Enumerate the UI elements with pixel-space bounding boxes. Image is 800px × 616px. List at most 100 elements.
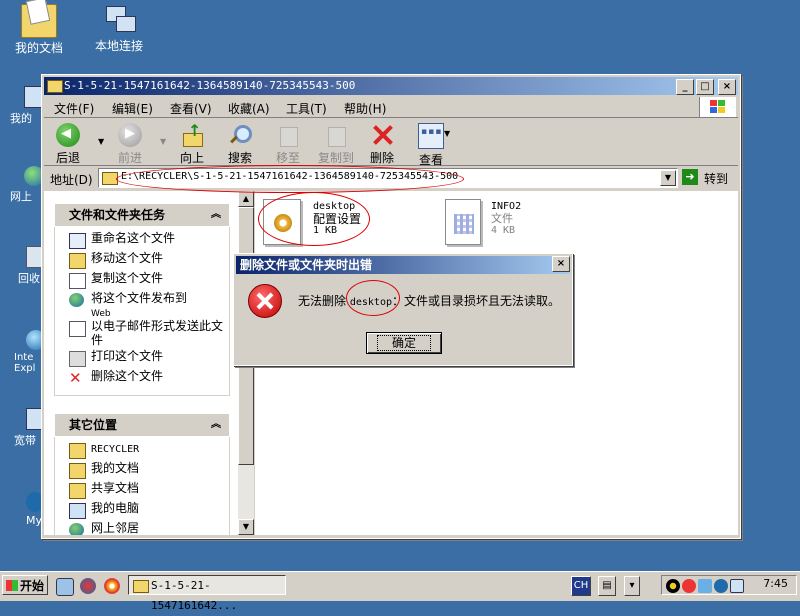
- web-publish-icon: [69, 293, 84, 307]
- scroll-down-icon[interactable]: ▼: [238, 519, 254, 535]
- place-my-documents[interactable]: 我的文档: [55, 461, 229, 481]
- address-input[interactable]: E:\RECYCLER\S-1-5-21-1547161642-13645891…: [98, 168, 678, 188]
- task-move[interactable]: 移动这个文件: [55, 251, 229, 271]
- user-icon[interactable]: [682, 579, 696, 593]
- address-dropdown-icon[interactable]: ▼: [660, 170, 676, 186]
- ime-language-indicator[interactable]: CH: [571, 576, 591, 596]
- folder-icon: [69, 463, 86, 479]
- ime-input-icon[interactable]: ▤: [598, 576, 616, 596]
- move-to-button[interactable]: 移至: [276, 123, 300, 166]
- other-places-header[interactable]: 其它位置 ︽: [54, 413, 230, 437]
- task-label: 删除这个文件: [91, 369, 164, 383]
- quicklaunch-media-icon[interactable]: [104, 578, 120, 594]
- dialog-close-button[interactable]: ×: [552, 256, 570, 272]
- monitor-tray-icon[interactable]: [730, 579, 744, 593]
- ime-menu-icon[interactable]: ▾: [624, 576, 640, 596]
- close-button[interactable]: ×: [718, 79, 736, 95]
- network-places-icon: [69, 523, 84, 535]
- view-dropdown-icon[interactable]: ▼: [444, 129, 450, 138]
- task-rename[interactable]: 重命名这个文件: [55, 231, 229, 251]
- desktop-icon-my-documents[interactable]: 我的文档: [4, 4, 74, 55]
- minimize-button[interactable]: _: [676, 79, 694, 95]
- task-label: 将这个文件发布到: [91, 291, 188, 305]
- qq-icon[interactable]: [666, 579, 680, 593]
- menu-help[interactable]: 帮助(H): [344, 100, 386, 117]
- window-titlebar[interactable]: S-1-5-21-1547161642-1364589140-725345543…: [44, 77, 738, 95]
- dialog-titlebar[interactable]: 删除文件或文件夹时出错: [236, 256, 570, 274]
- ok-button[interactable]: 确定: [366, 332, 442, 354]
- move-to-label: 移至: [276, 151, 301, 165]
- task-label: 复制这个文件: [91, 271, 164, 285]
- view-label: 查看: [418, 153, 443, 167]
- printer-icon: [69, 351, 86, 367]
- file-tasks-title: 文件和文件夹任务: [69, 208, 166, 222]
- place-network[interactable]: 网上邻居: [55, 521, 229, 535]
- file-tasks-header[interactable]: 文件和文件夹任务 ︽: [54, 203, 230, 227]
- quicklaunch-desktop-icon[interactable]: [56, 578, 74, 596]
- menu-file[interactable]: 文件(F): [54, 100, 94, 117]
- place-label: 共享文档: [91, 481, 140, 495]
- file-item-info2[interactable]: INFO2 文件 4 KB: [445, 197, 555, 247]
- desktop-icon-network[interactable]: 网上: [10, 166, 44, 204]
- back-arrow-icon: [56, 123, 80, 147]
- task-copy[interactable]: 复制这个文件: [55, 271, 229, 291]
- back-dropdown-icon[interactable]: ▼: [98, 137, 104, 146]
- place-recycler[interactable]: RECYCLER: [55, 441, 229, 461]
- copy-to-button[interactable]: 复制到: [318, 123, 354, 166]
- file-tasks-list: 重命名这个文件 移动这个文件 复制这个文件 将这个文件发布到 Web 以电子邮件形…: [54, 227, 230, 396]
- delete-x-icon: [370, 123, 394, 147]
- back-button[interactable]: 后退: [56, 123, 80, 166]
- copy-to-label: 复制到: [318, 151, 355, 165]
- back-label: 后退: [56, 151, 81, 165]
- desktop-icon-label: 网上: [10, 190, 32, 203]
- file-icon: [445, 199, 481, 245]
- file-item-desktop[interactable]: desktop 配置设置 1 KB: [263, 197, 373, 247]
- start-label: 开始: [20, 579, 45, 593]
- delete-button[interactable]: 删除: [370, 123, 394, 166]
- file-size: 1 KB: [313, 225, 338, 236]
- desktop-icon-label: 我的: [10, 112, 32, 125]
- forward-label: 前进: [118, 151, 143, 165]
- move-to-icon: [276, 123, 300, 147]
- menu-view[interactable]: 查看(V): [170, 100, 212, 117]
- taskbar: 开始 S-1-5-21-1547161642... CH ▤ ▾ 7:45: [0, 571, 800, 612]
- collapse-chevron-icon[interactable]: ︽: [211, 204, 221, 226]
- forward-arrow-icon: [118, 123, 142, 147]
- menu-favorites[interactable]: 收藏(A): [228, 100, 270, 117]
- maximize-button[interactable]: □: [696, 79, 714, 95]
- security-tray-icon[interactable]: [714, 579, 728, 593]
- up-button[interactable]: 向上: [180, 121, 204, 166]
- collapse-chevron-icon[interactable]: ︽: [211, 414, 221, 436]
- task-email[interactable]: 以电子邮件形式发送此文件: [55, 319, 229, 349]
- search-button[interactable]: 搜索: [228, 123, 252, 166]
- forward-dropdown-icon[interactable]: ▼: [160, 137, 166, 146]
- view-button[interactable]: 查看: [418, 123, 444, 168]
- window-title: S-1-5-21-1547161642-1364589140-725345543…: [64, 79, 356, 92]
- network-tray-icon[interactable]: [698, 579, 712, 593]
- place-shared-documents[interactable]: 共享文档: [55, 481, 229, 501]
- message-suffix: ：文件或目录损坏且无法读取。: [392, 294, 561, 308]
- go-button[interactable]: ➜ 转到: [680, 168, 735, 186]
- forward-button[interactable]: 前进: [118, 123, 142, 166]
- taskbar-explorer-task[interactable]: S-1-5-21-1547161642...: [128, 575, 286, 612]
- start-button[interactable]: 开始: [2, 575, 48, 595]
- menu-edit[interactable]: 编辑(E): [112, 100, 153, 117]
- menu-tools[interactable]: 工具(T): [286, 100, 327, 117]
- windows-flag-icon: [6, 580, 18, 591]
- scroll-up-icon[interactable]: ▲: [238, 191, 254, 207]
- task-publish-web[interactable]: 将这个文件发布到 Web: [55, 291, 229, 319]
- desktop-icon-label: 我的文档: [14, 41, 63, 55]
- quicklaunch-ie-icon[interactable]: [80, 578, 96, 594]
- place-my-computer[interactable]: 我的电脑: [55, 501, 229, 521]
- place-label: 网上邻居: [91, 521, 140, 535]
- desktop-icon-local-connection[interactable]: 本地连接: [84, 4, 154, 53]
- delete-label: 删除: [370, 151, 395, 165]
- folder-icon: [133, 580, 149, 593]
- go-arrow-icon: ➜: [682, 169, 698, 185]
- task-print[interactable]: 打印这个文件: [55, 349, 229, 369]
- task-label: 以电子邮件形式发送此文件: [91, 319, 224, 347]
- clock[interactable]: 7:45: [763, 577, 788, 590]
- error-dialog: 删除文件或文件夹时出错 × 无法删除 desktop：文件或目录损坏且无法读取。…: [233, 253, 573, 366]
- network-icon: [102, 4, 136, 36]
- task-delete[interactable]: ✕ 删除这个文件: [55, 369, 229, 389]
